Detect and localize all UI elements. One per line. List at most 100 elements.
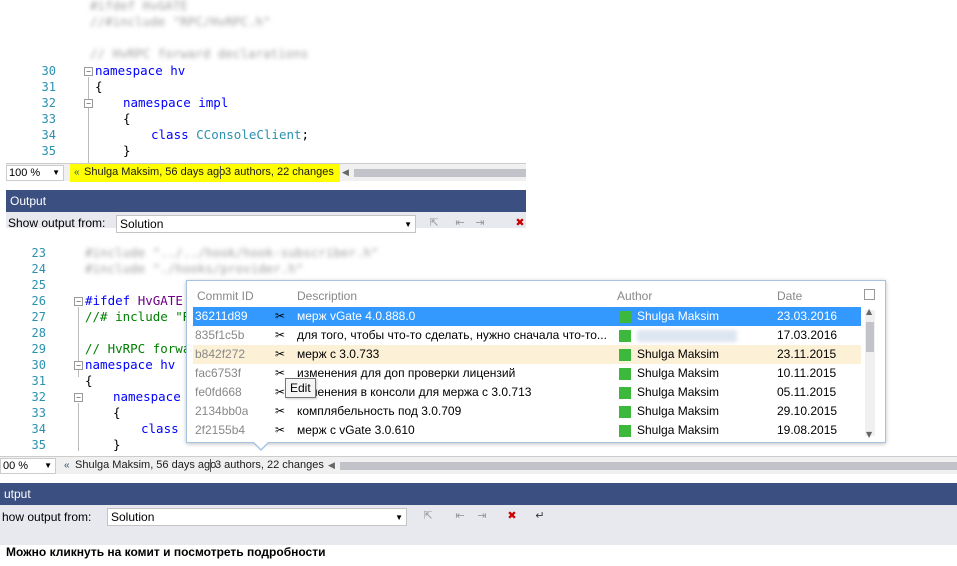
commit-id: b842f272: [195, 347, 246, 361]
line-number: 24: [31, 262, 46, 276]
codelens-author[interactable]: Shulga Maksim, 56 days ago: [75, 457, 216, 474]
line-number: 32: [31, 390, 46, 404]
commit-date: 23.11.2015: [777, 347, 837, 361]
commit-date: 23.03.2016: [777, 309, 838, 323]
separator: [210, 459, 211, 472]
code-line: //#include "RPC/HvRPC.h": [90, 14, 271, 29]
collapse-toggle-icon[interactable]: −: [74, 297, 83, 306]
separator: [220, 166, 221, 179]
scrollbar-thumb[interactable]: [866, 322, 874, 352]
author-avatar: [619, 330, 631, 342]
prev-message-icon[interactable]: ⇤: [452, 508, 468, 524]
clear-all-icon[interactable]: ✖: [512, 215, 528, 231]
horizontal-scrollbar[interactable]: [340, 462, 957, 470]
merge-icon[interactable]: ✂: [275, 383, 285, 402]
line-number: 30: [41, 64, 56, 78]
horizontal-scrollbar[interactable]: [354, 169, 526, 177]
codelens-history-icon: «: [74, 167, 80, 178]
chevron-down-icon: ▼: [404, 220, 412, 229]
zoom-select[interactable]: 100 % ▼: [6, 165, 64, 181]
line-number: 25: [31, 278, 46, 292]
zoom-value: 00 %: [3, 460, 29, 472]
output-toolbar: Show output from: Solution ▼ ⇱ ⇤ ⇥ ✖: [6, 212, 528, 233]
code-line: {: [95, 79, 103, 94]
chevron-down-icon: ▼: [52, 168, 60, 177]
commit-id: fac6753f: [195, 366, 242, 380]
commit-date: 19.08.2015: [777, 423, 838, 437]
code-line: {: [113, 405, 121, 420]
commit-row[interactable]: 835f1c5b ✂ для того, чтобы что-то сделат…: [193, 326, 861, 345]
commit-row[interactable]: b842f272 ✂ мерж с 3.0.733 Shulga Maksim …: [193, 345, 861, 364]
line-number: 26: [31, 294, 46, 308]
popup-pointer-fill: [254, 442, 268, 449]
commit-date: 29.10.2015: [777, 404, 838, 418]
column-header-description[interactable]: Description: [297, 289, 357, 303]
code-line: }: [123, 143, 131, 158]
code-line: #ifdef HvGATE: [90, 0, 188, 13]
next-message-icon[interactable]: ⇥: [472, 215, 488, 231]
column-header-date[interactable]: Date: [777, 289, 802, 303]
goto-source-icon[interactable]: ⇱: [426, 215, 442, 231]
collapse-toggle-icon[interactable]: −: [74, 361, 83, 370]
show-output-label: Show output from:: [8, 216, 106, 230]
commit-description: мерж с 3.0.733: [297, 347, 380, 361]
column-header-commit[interactable]: Commit ID: [197, 289, 254, 303]
fold-guide: [88, 77, 89, 163]
line-number: 35: [31, 438, 46, 452]
line-number: 30: [31, 358, 46, 372]
edit-tooltip: Edit: [285, 378, 316, 398]
collapse-toggle-icon[interactable]: −: [84, 99, 93, 108]
prev-message-icon[interactable]: ⇤: [452, 215, 468, 231]
commit-row[interactable]: 36211d89 ✂ мерж vGate 4.0.888.0 Shulga M…: [193, 307, 861, 326]
merge-icon[interactable]: ✂: [275, 326, 285, 345]
commit-author: Shulga Maksim: [637, 347, 720, 361]
author-avatar: [619, 349, 631, 361]
commit-row[interactable]: 2f2155b4 ✂ мерж с vGate 3.0.610 Shulga M…: [193, 421, 861, 440]
pop-out-icon[interactable]: [864, 289, 875, 300]
code-line: // HvRPC forward declarations: [90, 46, 309, 61]
scroll-down-icon[interactable]: ▼: [866, 430, 872, 439]
clear-all-icon[interactable]: ✖: [504, 508, 520, 524]
code-line: namespace impl: [123, 95, 229, 110]
line-number: 28: [31, 326, 46, 340]
line-number: 31: [31, 374, 46, 388]
output-source-value: Solution: [120, 217, 164, 231]
author-avatar: [619, 368, 631, 380]
output-source-select[interactable]: Solution ▼: [116, 215, 416, 233]
merge-icon[interactable]: ✂: [275, 402, 285, 421]
merge-icon[interactable]: ✂: [275, 307, 285, 326]
goto-source-icon[interactable]: ⇱: [420, 508, 436, 524]
output-source-value: Solution: [111, 510, 155, 524]
collapse-toggle-icon[interactable]: −: [84, 67, 93, 76]
scroll-left-icon[interactable]: ◀: [328, 457, 335, 474]
commit-author: Shulga Maksim: [637, 366, 720, 380]
commit-row[interactable]: 2134bb0a ✂ комплябельность под 3.0.709 S…: [193, 402, 861, 421]
commit-author: Shulga Maksim: [637, 404, 720, 418]
next-message-icon[interactable]: ⇥: [474, 508, 490, 524]
scroll-left-icon[interactable]: ◀: [342, 164, 349, 181]
code-line: class CConsoleClient;: [151, 127, 310, 142]
code-line: namespace hv: [85, 357, 176, 372]
merge-icon[interactable]: ✂: [275, 345, 285, 364]
codelens-author[interactable]: Shulga Maksim, 56 days ago: [84, 164, 225, 181]
scroll-up-icon[interactable]: ▲: [866, 307, 872, 316]
commit-id: 835f1c5b: [195, 328, 245, 342]
codelens-changes[interactable]: 3 authors, 22 changes: [225, 164, 334, 181]
zoom-select[interactable]: 00 % ▼: [0, 458, 56, 474]
output-title: Output: [10, 194, 47, 208]
word-wrap-icon[interactable]: ↵: [532, 508, 548, 524]
line-number: 33: [41, 112, 56, 126]
collapse-toggle-icon[interactable]: −: [74, 393, 83, 402]
merge-icon[interactable]: ✂: [275, 421, 285, 440]
commit-author: Shulga Maksim: [637, 309, 720, 323]
commit-date: 10.11.2015: [777, 366, 837, 380]
codelens-history-icon: «: [64, 460, 70, 471]
column-header-author[interactable]: Author: [617, 289, 652, 303]
output-source-select[interactable]: Solution ▼: [107, 508, 407, 526]
commit-id: fe0fd668: [195, 385, 242, 399]
codelens-changes[interactable]: 3 authors, 22 changes: [215, 457, 324, 474]
line-number: 34: [31, 422, 46, 436]
merge-icon[interactable]: ✂: [275, 364, 285, 383]
code-line: }: [113, 437, 121, 452]
vertical-scrollbar[interactable]: ▲ ▼: [865, 307, 875, 439]
